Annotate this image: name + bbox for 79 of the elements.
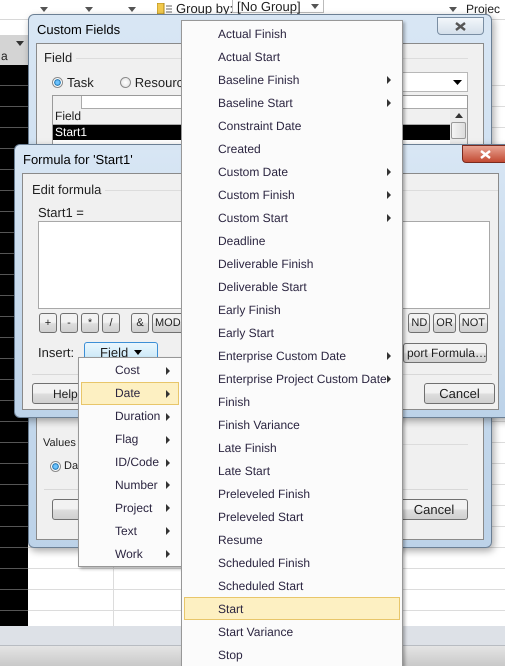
menu-item[interactable]: Start Variance (184, 620, 400, 643)
group-label: Field (44, 50, 72, 65)
menu-item[interactable]: Enterprise Project Custom Date (184, 367, 400, 390)
radio-label: Resourc (134, 74, 184, 90)
window-title: Custom Fields (36, 22, 120, 36)
menu-item[interactable]: Scheduled Start (184, 574, 400, 597)
menu-item[interactable]: Late Finish (184, 436, 400, 459)
menu-item[interactable]: Actual Finish (184, 22, 400, 45)
group-icon[interactable] (157, 3, 172, 14)
insert-label: Insert: (38, 345, 74, 360)
close-icon (455, 22, 466, 30)
menu-item[interactable]: ID/Code (81, 450, 179, 474)
dropdown-arrow-icon[interactable] (85, 7, 93, 12)
dropdown-arrow-icon (16, 40, 24, 46)
radio-button[interactable] (120, 76, 131, 88)
group-label: Edit formula (32, 182, 102, 197)
menu-item[interactable]: Preleveled Start (184, 505, 400, 528)
operator-button[interactable]: OR (433, 313, 456, 333)
menu-item[interactable]: Late Start (184, 459, 400, 482)
menu-item[interactable]: Project (81, 496, 179, 520)
radio-button[interactable] (50, 460, 61, 472)
menu-item[interactable]: Early Finish (184, 298, 400, 321)
menu-item[interactable]: Enterprise Custom Date (184, 344, 400, 367)
type-dropdown[interactable] (400, 72, 468, 92)
menu-item[interactable]: Custom Date (184, 160, 400, 183)
import-formula-button[interactable]: port Formula… (403, 342, 487, 362)
operator-button[interactable]: MOD (152, 313, 184, 333)
radio-button[interactable] (52, 76, 63, 88)
menu-item[interactable]: Early Start (184, 321, 400, 344)
column-header-text: a (1, 49, 8, 63)
operator-button[interactable]: / (102, 313, 120, 333)
dropdown-arrow-icon[interactable] (128, 7, 136, 12)
menu-item[interactable]: Custom Start (184, 206, 400, 229)
dropdown-arrow-icon[interactable] (40, 7, 48, 12)
scroll-up-arrow-icon (454, 113, 462, 118)
formula-label: Start1 = (38, 205, 84, 220)
menu-item[interactable]: Actual Start (184, 45, 400, 68)
menu-item[interactable]: Stop (184, 643, 400, 666)
menu-item[interactable]: Start (184, 597, 400, 620)
menu-item[interactable]: Created (184, 137, 400, 160)
menu-item[interactable]: Custom Finish (184, 183, 400, 206)
close-button[interactable] (437, 17, 484, 35)
radio-label: Da (64, 460, 78, 472)
menu-item[interactable]: Flag (81, 428, 179, 451)
menu-item[interactable]: Deliverable Start (184, 275, 400, 298)
close-button[interactable] (462, 145, 505, 163)
menu-item[interactable]: Scheduled Finish (184, 551, 400, 574)
menu-item[interactable]: Resume (184, 528, 400, 551)
radio-label: Task (67, 74, 94, 90)
group-label: Values (43, 437, 76, 449)
dropdown-arrow-icon (311, 4, 319, 8)
group-by-dropdown[interactable]: [No Group] (232, 0, 324, 13)
operator-button[interactable]: & (131, 313, 149, 333)
menu-item[interactable]: Work (81, 542, 179, 566)
scrollbar[interactable] (450, 109, 467, 146)
project-label: Projec (466, 2, 500, 16)
dropdown-arrow-icon[interactable] (449, 7, 457, 12)
operator-button[interactable]: ND (408, 313, 430, 333)
menu-item[interactable]: Duration (81, 404, 179, 428)
menu-item[interactable]: Finish (184, 390, 400, 413)
menu-item[interactable]: Number (81, 473, 179, 496)
dropdown-arrow-icon (134, 350, 142, 355)
cancel-button[interactable]: Cancel (400, 499, 468, 520)
window-title: Formula for 'Start1' (22, 152, 133, 166)
close-icon (480, 150, 491, 158)
menu-item[interactable]: Text (81, 519, 179, 542)
operator-button[interactable]: * (81, 313, 99, 333)
column-header[interactable]: a (0, 35, 28, 65)
menu-item[interactable]: Deliverable Finish (184, 252, 400, 275)
dropdown-arrow-icon (453, 80, 462, 84)
menu-item[interactable]: Date (81, 382, 179, 405)
menu-item[interactable]: Deadline (184, 229, 400, 252)
menu-item[interactable]: Finish Variance (184, 413, 400, 436)
menu-item[interactable]: Baseline Finish (184, 68, 400, 91)
operator-button[interactable]: NOT (458, 313, 488, 333)
cancel-button[interactable]: Cancel (424, 383, 495, 404)
operator-button[interactable]: - (60, 313, 78, 333)
menu-item[interactable]: Preleveled Finish (184, 482, 400, 505)
operator-button[interactable]: + (39, 313, 57, 333)
